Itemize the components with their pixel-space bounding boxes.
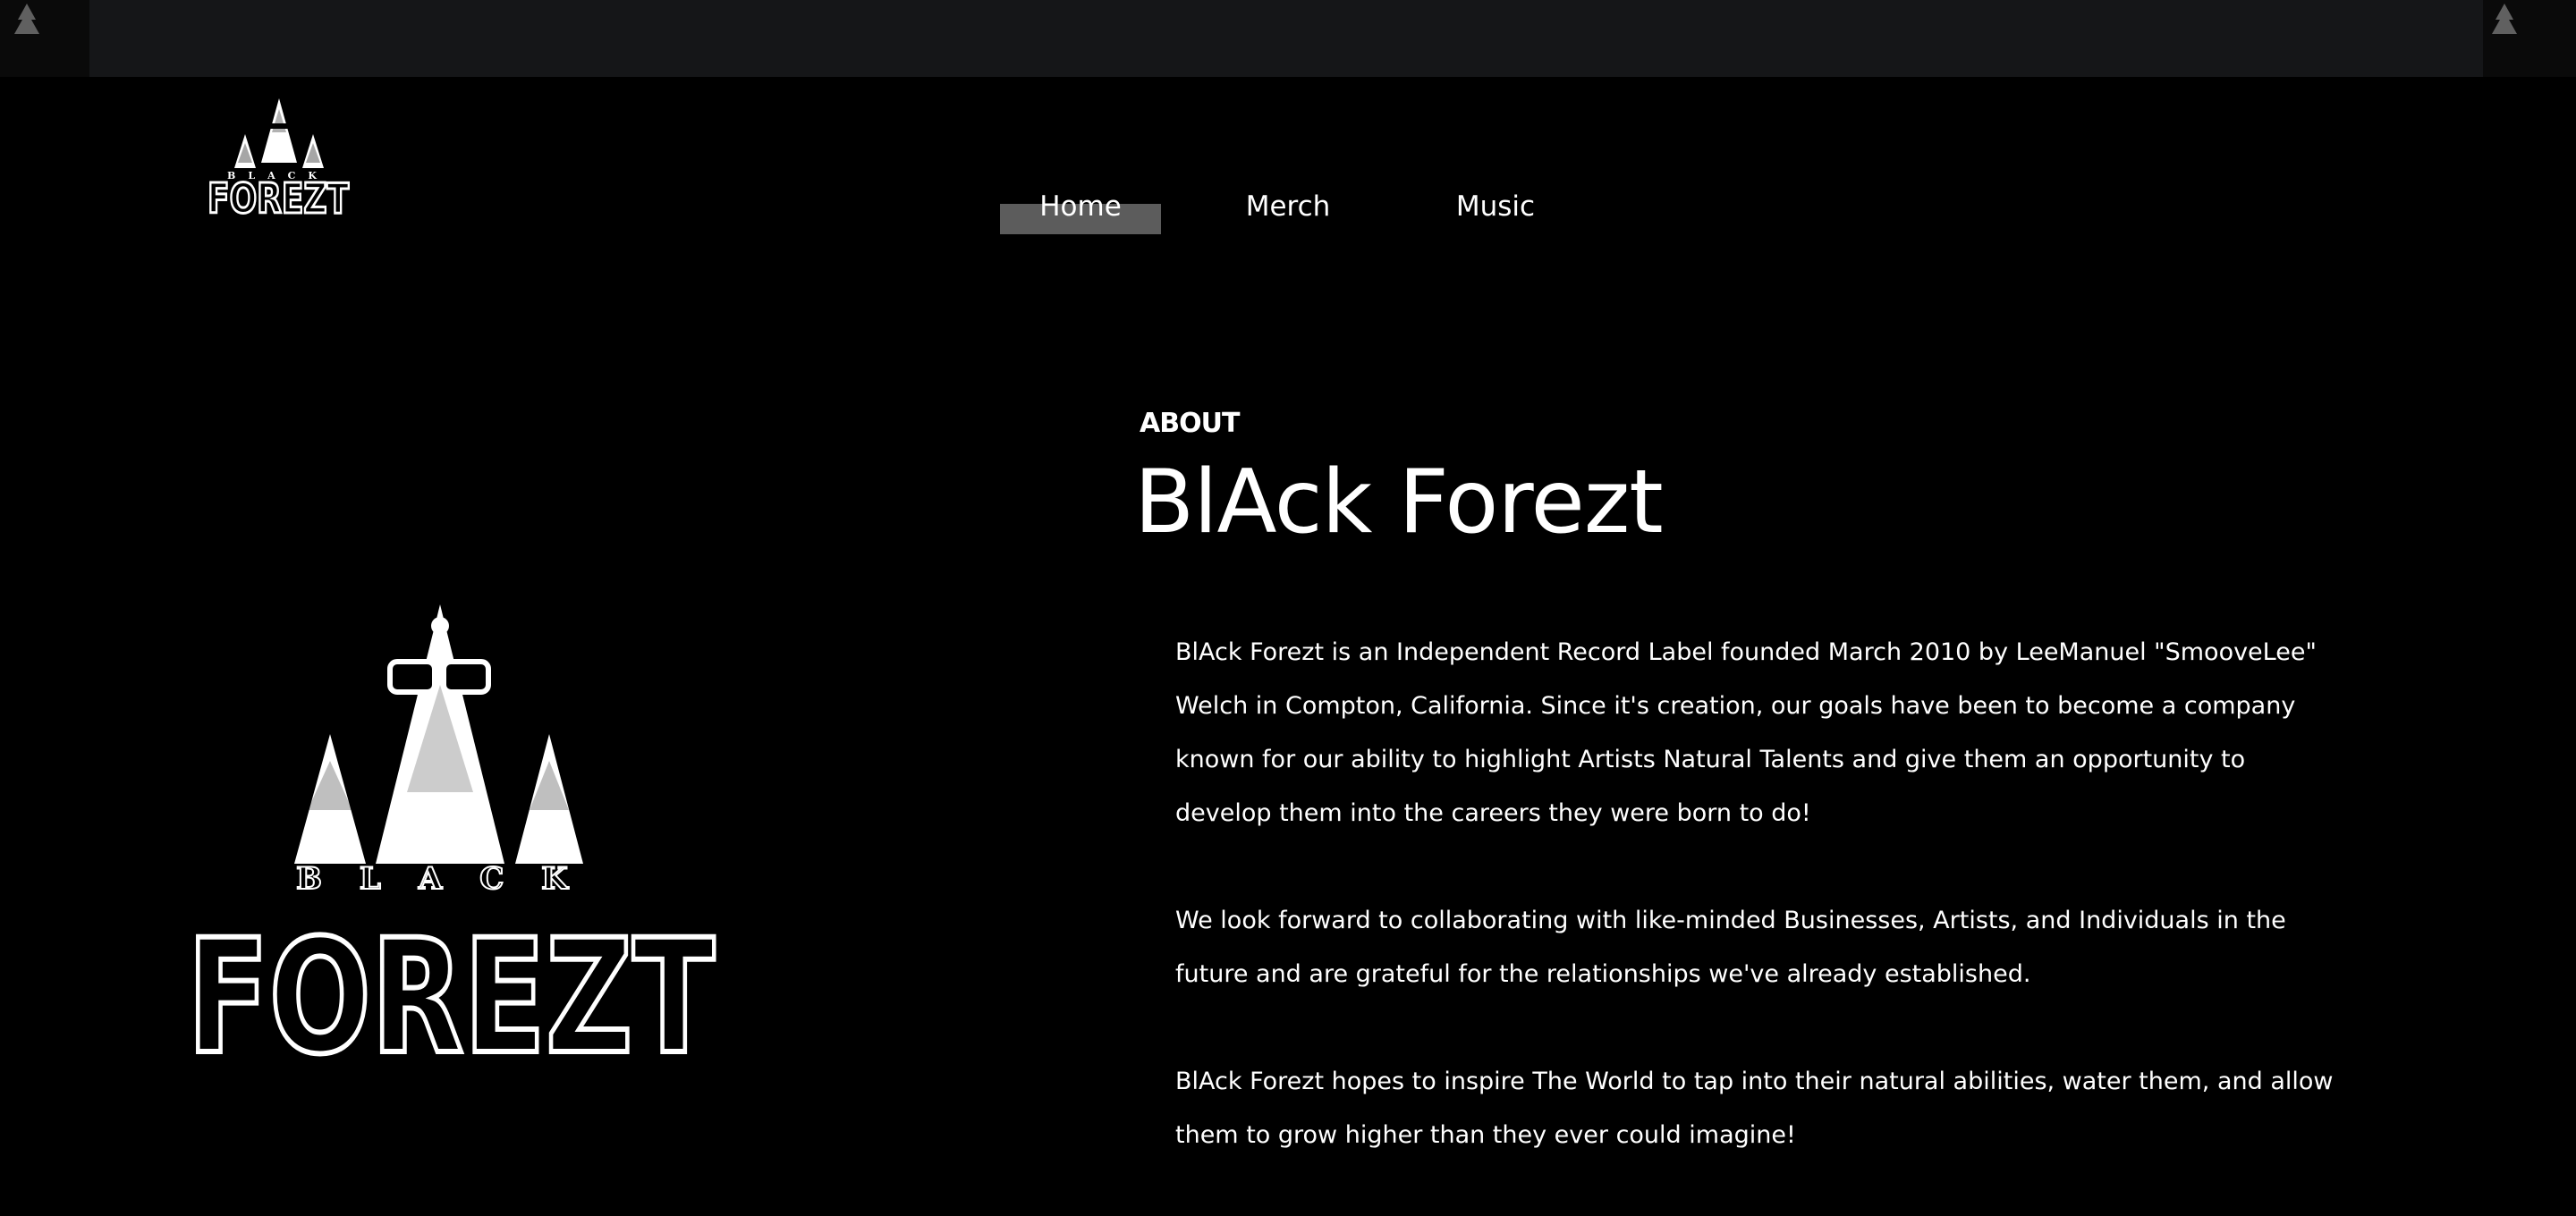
- about-paragraph: BlAck Forezt hopes to inspire The World …: [1175, 1068, 2334, 1149]
- header-logo[interactable]: BLACK FOREZT: [204, 93, 352, 222]
- nav-music-label: Music: [1455, 190, 1536, 223]
- nav-merch-label: Merch: [1245, 190, 1331, 223]
- nav-home[interactable]: Home: [1000, 179, 1161, 236]
- top-banner-strip: [0, 0, 2576, 77]
- nav-merch[interactable]: Merch: [1206, 179, 1370, 236]
- tree-icon: [294, 734, 366, 864]
- about-kicker: ABOUT: [1140, 408, 1240, 439]
- svg-text:FOREZT: FOREZT: [187, 906, 715, 1078]
- tree-icon: [515, 734, 583, 864]
- tree-icon: [14, 4, 39, 34]
- about-paragraph: BlAck Forezt is an Independent Record La…: [1175, 638, 2317, 827]
- svg-text:FOREZT: FOREZT: [208, 174, 349, 222]
- about-title: BlAck Forezt: [1134, 452, 1664, 553]
- tree-icon: [2492, 4, 2517, 34]
- about-body: BlAck Forezt is an Independent Record La…: [1175, 626, 2338, 1216]
- top-banner-inner: [89, 0, 2483, 77]
- about-paragraph: We look forward to collaborating with li…: [1175, 907, 2286, 988]
- black-forezt-logo: BLACK FOREZT: [184, 604, 717, 1078]
- svg-text:BLACK: BLACK: [296, 861, 606, 897]
- nav-music[interactable]: Music: [1413, 179, 1578, 236]
- tree-icon: [376, 604, 504, 864]
- nav-home-label: Home: [1039, 190, 1122, 223]
